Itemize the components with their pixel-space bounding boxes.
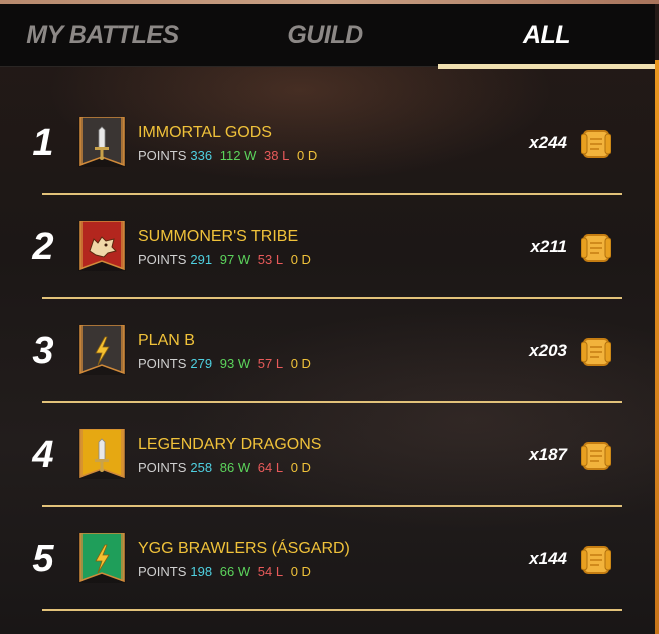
guild-row[interactable]: 2 SUMMONER'S TRIBE POINTS 291 97 W 53 L 0… xyxy=(0,197,655,301)
reward-scroll-icon xyxy=(580,440,612,472)
row-divider xyxy=(42,297,622,299)
reward-count: x211 xyxy=(530,237,567,256)
points-value: 291 xyxy=(190,252,213,267)
rank-number: 5 xyxy=(32,537,54,580)
points-label: POINTS xyxy=(138,148,187,163)
row-divider xyxy=(42,193,622,195)
active-tab-indicator xyxy=(438,64,655,69)
losses-value: 64 L xyxy=(257,460,284,475)
row-divider xyxy=(42,505,622,507)
rank-number: 3 xyxy=(32,329,54,372)
guild-name[interactable]: IMMORTAL GODS xyxy=(138,124,272,142)
rank-number: 4 xyxy=(32,433,54,476)
guild-name[interactable]: YGG BRAWLERS (ÁSGARD) xyxy=(138,540,350,558)
rank-number: 1 xyxy=(32,121,54,164)
guild-name[interactable]: PLAN B xyxy=(138,332,195,350)
right-border xyxy=(655,60,659,634)
draws-value: 0 D xyxy=(290,252,311,267)
guild-stats: POINTS 198 66 W 54 L 0 D xyxy=(138,564,315,579)
guild-row[interactable]: 1 IMMORTAL GODS POINTS 336 112 W 38 L 0 D… xyxy=(0,93,655,197)
points-label: POINTS xyxy=(138,356,187,371)
guild-stats: POINTS 258 86 W 64 L 0 D xyxy=(138,460,315,475)
tab-bar: MY BATTLES GUILD ALL xyxy=(0,4,655,69)
rank-number: 2 xyxy=(32,225,54,268)
draws-value: 0 D xyxy=(290,460,311,475)
reward-count: x244 xyxy=(529,133,567,152)
reward-scroll-icon xyxy=(580,544,612,576)
guild-stats: POINTS 291 97 W 53 L 0 D xyxy=(138,252,315,267)
losses-value: 57 L xyxy=(257,356,284,371)
guild-badge xyxy=(78,428,126,479)
points-label: POINTS xyxy=(138,564,187,579)
guild-name[interactable]: SUMMONER'S TRIBE xyxy=(138,228,298,246)
reward-count: x144 xyxy=(529,549,567,568)
guild-name[interactable]: LEGENDARY DRAGONS xyxy=(138,436,321,454)
draws-value: 0 D xyxy=(290,356,311,371)
wins-value: 97 W xyxy=(219,252,251,267)
losses-value: 53 L xyxy=(257,252,284,267)
points-value: 279 xyxy=(190,356,213,371)
points-value: 198 xyxy=(190,564,213,579)
guild-badge xyxy=(78,220,126,271)
tab-my-battles[interactable]: MY BATTLES xyxy=(0,4,205,66)
reward-count: x203 xyxy=(529,341,567,360)
guild-badge xyxy=(78,532,126,583)
tab-all[interactable]: ALL xyxy=(438,4,655,66)
draws-value: 0 D xyxy=(296,148,318,163)
reward-count: x187 xyxy=(529,445,567,464)
points-value: 258 xyxy=(190,460,213,475)
reward-scroll-icon xyxy=(580,232,612,264)
points-label: POINTS xyxy=(138,460,187,475)
wins-value: 112 W xyxy=(219,148,257,163)
guild-row[interactable]: 4 LEGENDARY DRAGONS POINTS 258 86 W 64 L … xyxy=(0,405,655,509)
reward-scroll-icon xyxy=(580,336,612,368)
points-value: 336 xyxy=(190,148,213,163)
losses-value: 54 L xyxy=(257,564,284,579)
wins-value: 66 W xyxy=(219,564,251,579)
wins-value: 93 W xyxy=(219,356,251,371)
row-divider xyxy=(42,401,622,403)
guild-stats: POINTS 336 112 W 38 L 0 D xyxy=(138,148,321,163)
losses-value: 38 L xyxy=(264,148,290,163)
tab-guild[interactable]: GUILD xyxy=(220,4,430,66)
row-divider xyxy=(42,609,622,611)
guild-row[interactable]: 5 YGG BRAWLERS (ÁSGARD) POINTS 198 66 W 5… xyxy=(0,509,655,613)
guild-badge xyxy=(78,116,126,167)
draws-value: 0 D xyxy=(290,564,311,579)
guild-badge xyxy=(78,324,126,375)
guild-stats: POINTS 279 93 W 57 L 0 D xyxy=(138,356,315,371)
wins-value: 86 W xyxy=(219,460,251,475)
guild-row[interactable]: 3 PLAN B POINTS 279 93 W 57 L 0 D x203 xyxy=(0,301,655,405)
leaderboard-panel: MY BATTLES GUILD ALL 1 IMMORTAL GODS POI… xyxy=(0,0,659,634)
points-label: POINTS xyxy=(138,252,187,267)
reward-scroll-icon xyxy=(580,128,612,160)
